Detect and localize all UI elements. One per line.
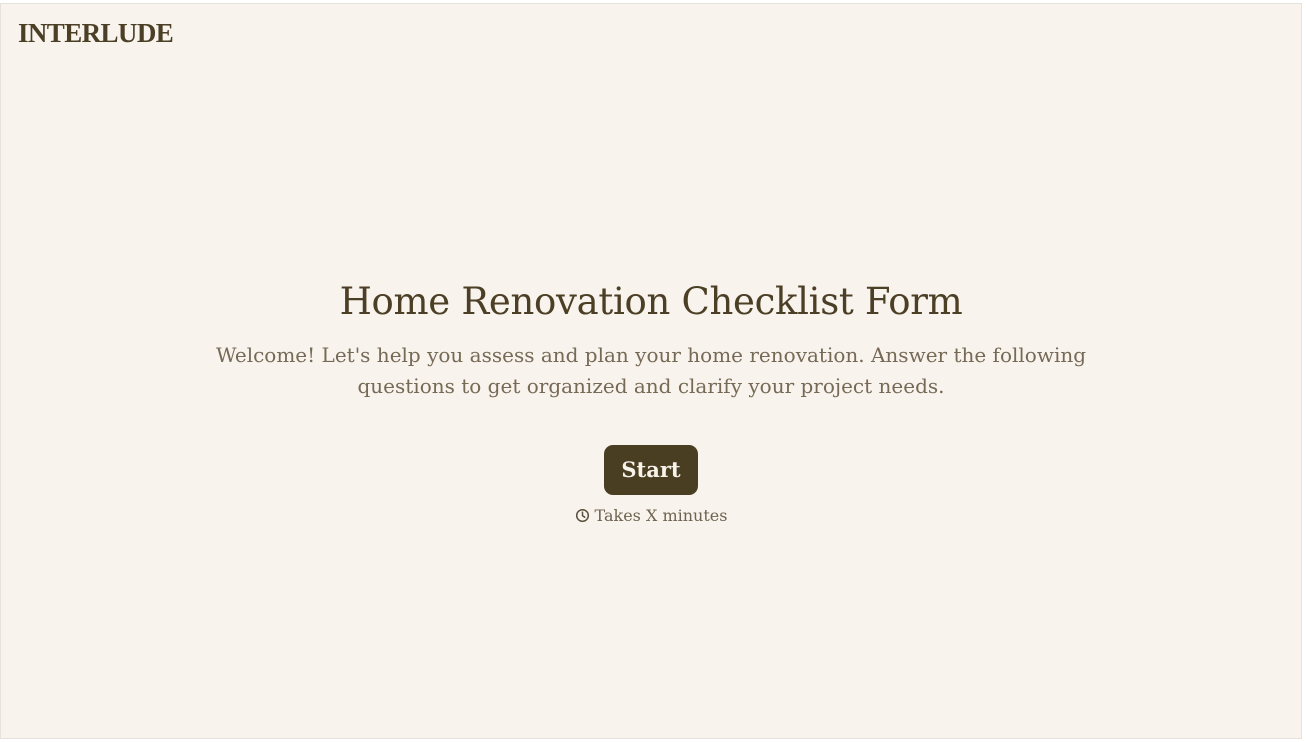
brand-logo: INTERLUDE (18, 18, 174, 48)
clock-icon (575, 507, 590, 523)
duration-note: Takes X minutes (1, 505, 1301, 527)
welcome-content: Home Renovation Checklist Form Welcome! … (1, 276, 1301, 527)
duration-text: Takes X minutes (594, 506, 728, 525)
start-button[interactable]: Start (604, 445, 698, 495)
form-description: Welcome! Let's help you assess and plan … (215, 343, 1087, 398)
form-welcome-screen: INTERLUDE Home Renovation Checklist Form… (0, 3, 1302, 739)
form-title: Home Renovation Checklist Form (339, 280, 963, 323)
